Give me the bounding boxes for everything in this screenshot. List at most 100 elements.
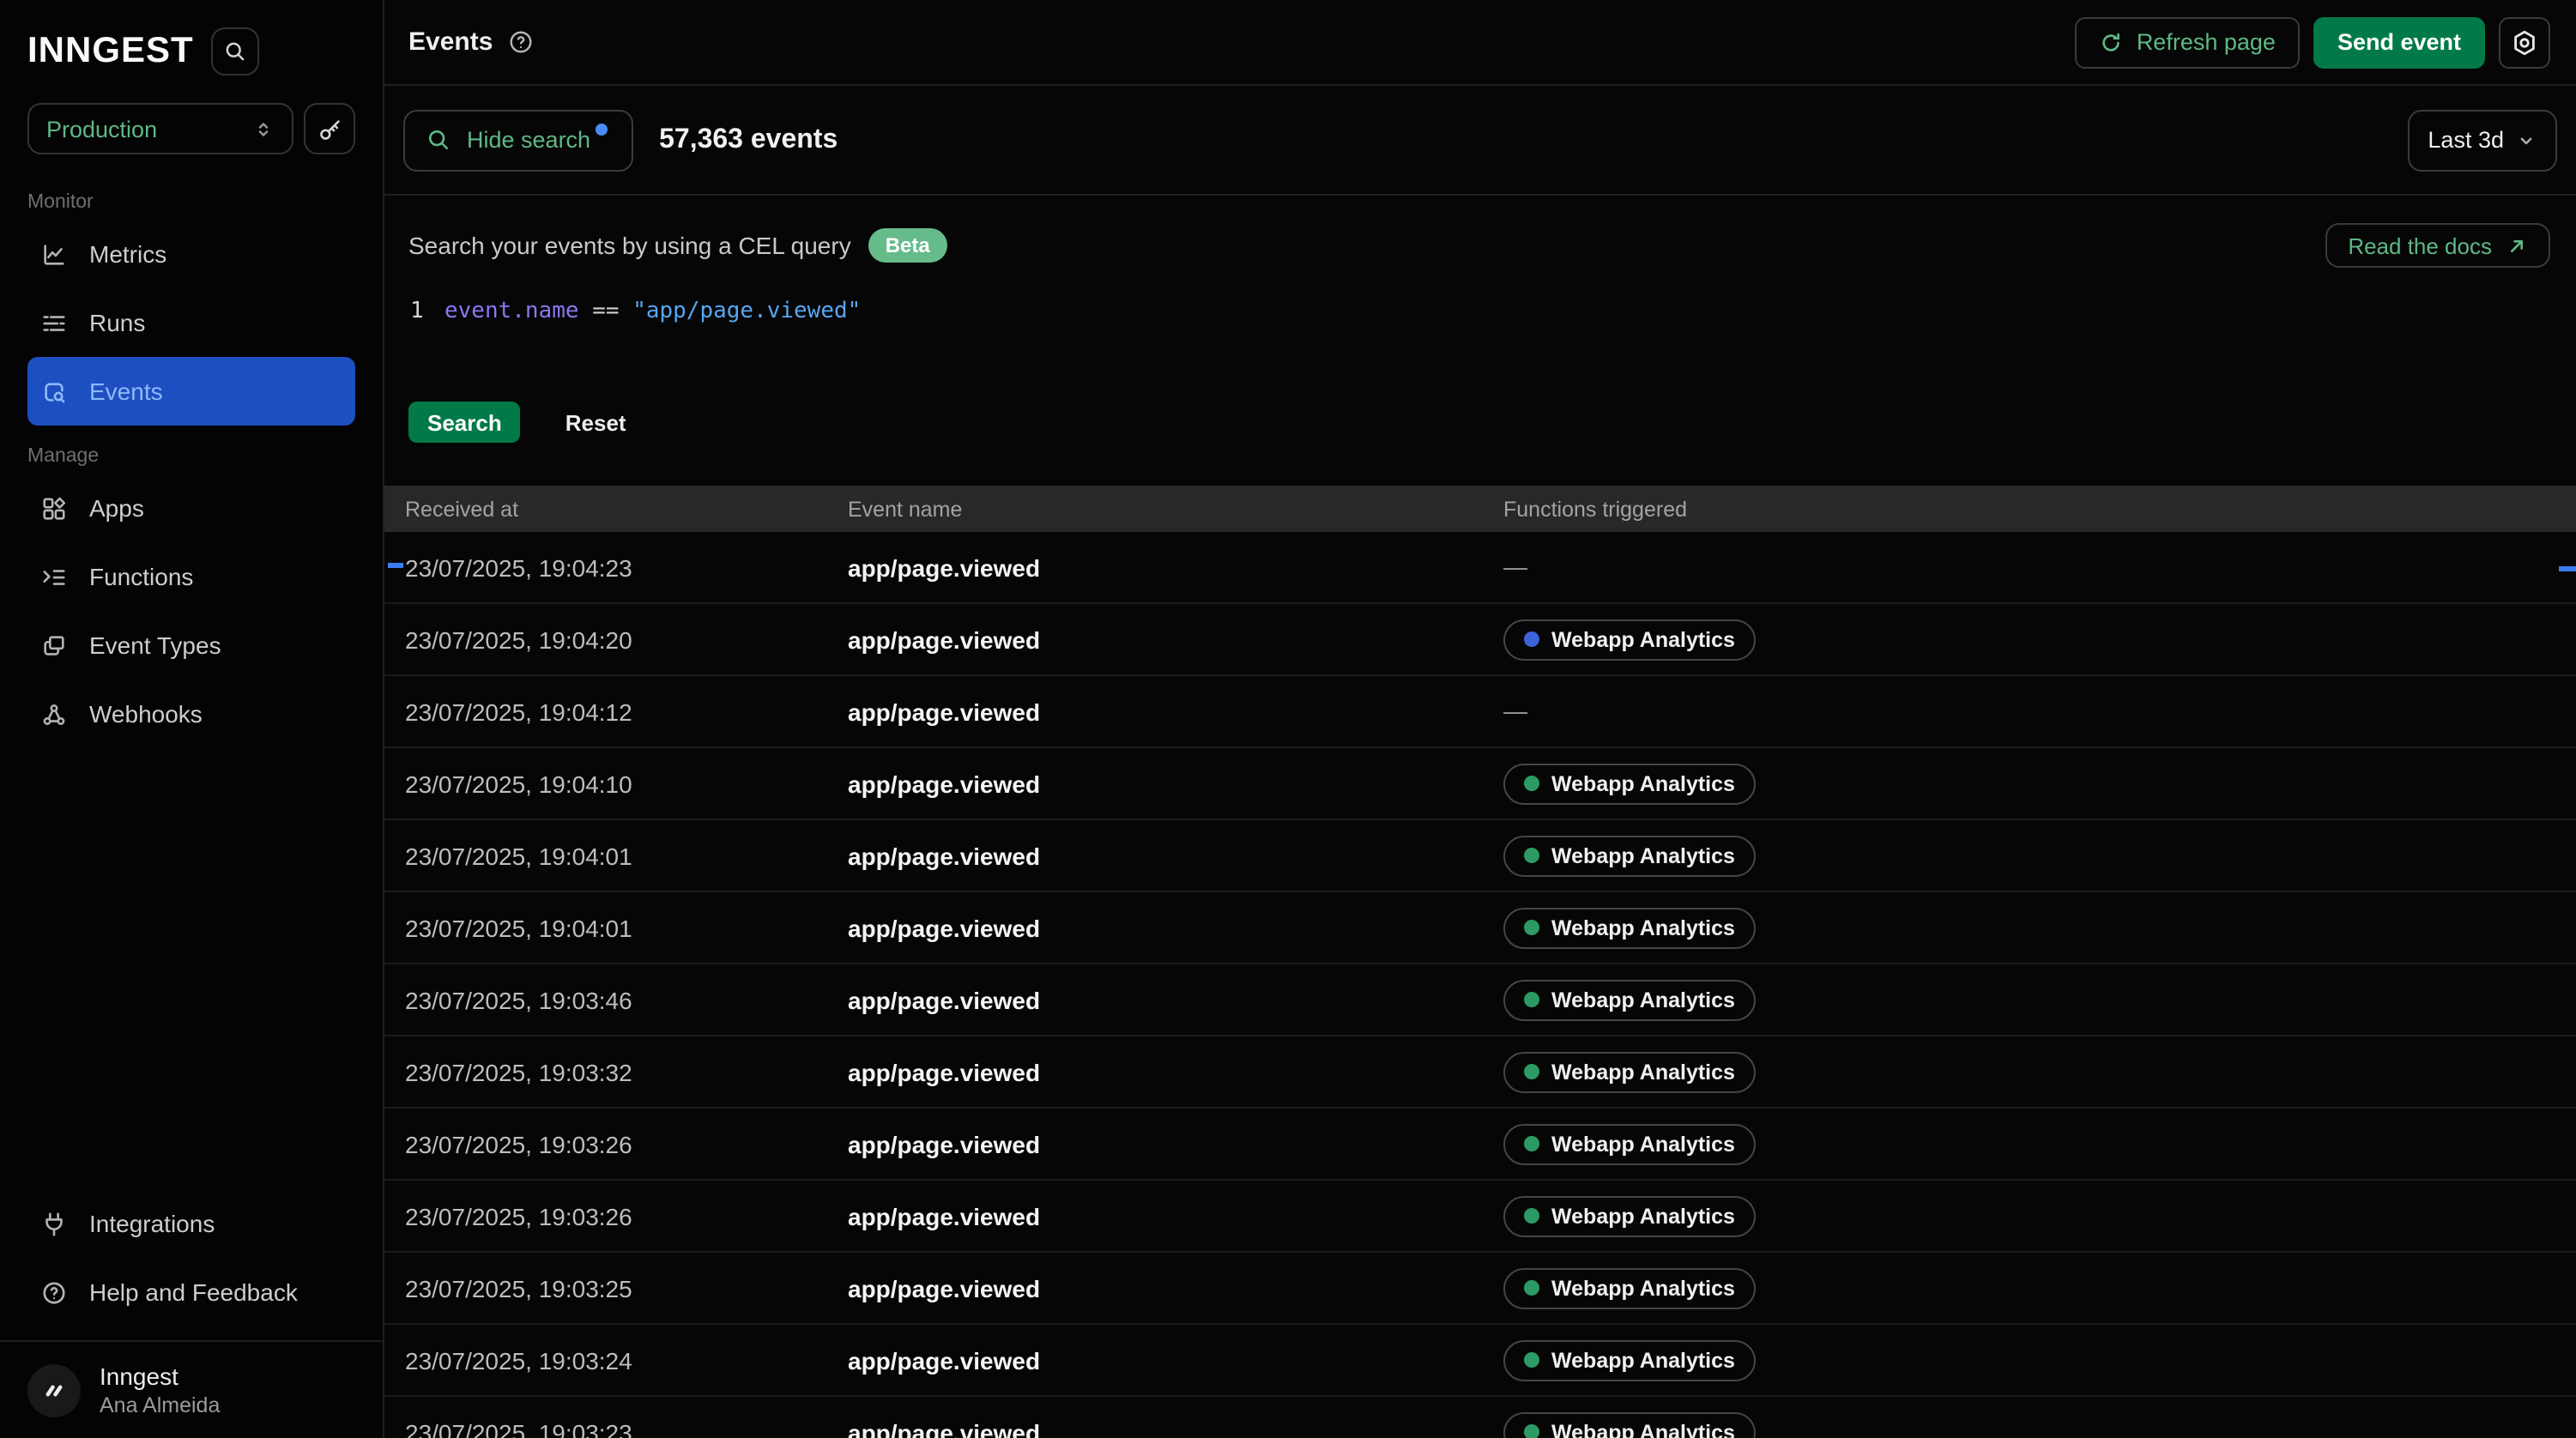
function-badge[interactable]: Webapp Analytics [1503, 1051, 1756, 1092]
hide-search-label: Hide search [467, 127, 590, 153]
function-badge[interactable]: Webapp Analytics [1503, 1195, 1756, 1236]
table-row[interactable]: 23/07/2025, 19:03:26app/page.viewedWebap… [384, 1181, 2576, 1253]
environment-selector[interactable]: Production [27, 103, 293, 154]
cel-panel-header: Search your events by using a CEL query … [408, 223, 2550, 268]
status-dot-icon [1524, 920, 1539, 935]
function-badge[interactable]: Webapp Analytics [1503, 907, 1756, 948]
status-dot-icon [1524, 848, 1539, 863]
table-row[interactable]: 23/07/2025, 19:04:23app/page.viewed— [384, 532, 2576, 604]
function-badge-label: Webapp Analytics [1551, 1132, 1735, 1156]
table-row[interactable]: 23/07/2025, 19:03:26app/page.viewedWebap… [384, 1109, 2576, 1181]
status-dot-icon [1524, 992, 1539, 1007]
function-badge[interactable]: Webapp Analytics [1503, 1123, 1756, 1164]
table-row[interactable]: 23/07/2025, 19:04:20app/page.viewedWebap… [384, 604, 2576, 676]
functions-icon [41, 564, 67, 589]
sidebar-item-label: Integrations [89, 1210, 215, 1237]
time-range-selector[interactable]: Last 3d [2407, 109, 2557, 171]
editor-line-number: 1 [384, 295, 444, 384]
event-name-cell: app/page.viewed [827, 770, 1483, 797]
reset-button[interactable]: Reset [565, 409, 626, 435]
event-name-cell: app/page.viewed [827, 1202, 1483, 1230]
sidebar-item-help-and-feedback[interactable]: Help and Feedback [27, 1258, 355, 1326]
function-badge[interactable]: Webapp Analytics [1503, 979, 1756, 1020]
functions-cell: Webapp Analytics [1483, 835, 2576, 876]
help-circle-icon[interactable] [508, 29, 534, 55]
event-types-icon [41, 632, 67, 658]
sidebar-item-event-types[interactable]: Event Types [27, 611, 355, 680]
table-row[interactable]: 23/07/2025, 19:03:24app/page.viewedWebap… [384, 1325, 2576, 1397]
code-token-operator: == [579, 299, 633, 324]
table-row[interactable]: 23/07/2025, 19:04:12app/page.viewed— [384, 676, 2576, 748]
event-name-cell: app/page.viewed [827, 553, 1483, 581]
function-badge[interactable]: Webapp Analytics [1503, 619, 1756, 660]
table-row[interactable]: 23/07/2025, 19:04:01app/page.viewedWebap… [384, 820, 2576, 892]
table-row[interactable]: 23/07/2025, 19:04:10app/page.viewedWebap… [384, 748, 2576, 820]
function-badge-label: Webapp Analytics [1551, 843, 1735, 867]
function-badge[interactable]: Webapp Analytics [1503, 1411, 1756, 1438]
page-title: Events [408, 27, 493, 57]
refresh-page-button[interactable]: Refresh page [2075, 16, 2300, 68]
metrics-icon [41, 241, 67, 267]
sidebar-item-events[interactable]: Events [27, 357, 355, 426]
functions-cell: — [1483, 696, 2576, 727]
cel-query-editor[interactable]: 1 event.name == "app/page.viewed" [384, 295, 2576, 384]
function-badge[interactable]: Webapp Analytics [1503, 1267, 1756, 1308]
code-token-string: "app/page.viewed" [632, 299, 861, 324]
function-badge[interactable]: Webapp Analytics [1503, 1339, 1756, 1381]
sidebar-item-metrics[interactable]: Metrics [27, 220, 355, 288]
hide-search-button[interactable]: Hide search [403, 109, 633, 171]
column-header-event-name: Event name [827, 497, 1483, 521]
cel-search-panel: Search your events by using a CEL query … [384, 196, 2576, 486]
table-row[interactable]: 23/07/2025, 19:03:46app/page.viewed Webap… [384, 964, 2576, 1036]
send-event-label: Send event [2337, 29, 2461, 55]
arrow-up-right-icon [2506, 234, 2528, 257]
event-name-cell: app/page.viewed [827, 1130, 1483, 1157]
beta-badge: Beta [868, 228, 947, 263]
status-dot-icon [1524, 1424, 1539, 1438]
sidebar-item-functions[interactable]: Functions [27, 542, 355, 611]
sidebar-item-apps[interactable]: Apps [27, 474, 355, 542]
event-name-cell: app/page.viewed [827, 914, 1483, 941]
webhooks-icon [41, 701, 67, 727]
search-button[interactable]: Search [408, 402, 521, 443]
sidebar-item-label: Runs [89, 309, 145, 336]
sidebar-search-button[interactable] [211, 27, 259, 76]
events-toolbar: Hide search 57,363 events Last 3d [384, 86, 2576, 196]
events-table-body: 23/07/2025, 19:04:23app/page.viewed—23/0… [384, 532, 2576, 1438]
sidebar-item-webhooks[interactable]: Webhooks [27, 680, 355, 748]
function-badge[interactable]: Webapp Analytics [1503, 763, 1756, 804]
event-name-cell: app/page.viewed [827, 986, 1483, 1013]
integrations-icon [41, 1211, 67, 1236]
function-badge-label: Webapp Analytics [1551, 988, 1735, 1012]
event-keys-button[interactable] [304, 103, 355, 154]
help-icon [41, 1279, 67, 1305]
table-row[interactable]: 23/07/2025, 19:04:01app/page.viewedWebap… [384, 892, 2576, 964]
function-badge-label: Webapp Analytics [1551, 915, 1735, 940]
org-name: Inngest [100, 1362, 220, 1390]
received-at-cell: 23/07/2025, 19:03:46 [384, 986, 827, 1013]
metrics-icon [41, 241, 67, 267]
table-row[interactable]: 23/07/2025, 19:03:32app/page.viewedWebap… [384, 1036, 2576, 1109]
functions-cell: Webapp Analytics [1483, 979, 2576, 1020]
sidebar-item-integrations[interactable]: Integrations [27, 1189, 355, 1258]
status-dot-icon [1524, 1352, 1539, 1368]
function-badge-label: Webapp Analytics [1551, 627, 1735, 651]
function-badge[interactable]: Webapp Analytics [1503, 835, 1756, 876]
webhooks-icon [41, 701, 67, 727]
read-docs-button[interactable]: Read the docs [2325, 223, 2550, 268]
functions-cell: Webapp Analytics [1483, 1195, 2576, 1236]
settings-button[interactable] [2499, 16, 2550, 68]
sidebar-item-label: Events [89, 378, 163, 405]
search-icon [426, 127, 451, 153]
table-row[interactable]: 23/07/2025, 19:03:23app/page.viewedWebap… [384, 1397, 2576, 1438]
received-at-cell: 23/07/2025, 19:03:32 [384, 1058, 827, 1085]
functions-cell: Webapp Analytics [1483, 1411, 2576, 1438]
table-row[interactable]: 23/07/2025, 19:03:25app/page.viewedWebap… [384, 1253, 2576, 1325]
send-event-button[interactable]: Send event [2313, 16, 2485, 68]
function-badge-label: Webapp Analytics [1551, 1204, 1735, 1228]
cel-actions: Search Reset [408, 402, 2576, 443]
events-table-header: Received atEvent nameFunctions triggered [384, 486, 2576, 532]
sidebar-item-runs[interactable]: Runs [27, 288, 355, 357]
functions-cell: — [1483, 552, 2576, 583]
user-account-row[interactable]: Inngest Ana Almeida [0, 1340, 383, 1438]
